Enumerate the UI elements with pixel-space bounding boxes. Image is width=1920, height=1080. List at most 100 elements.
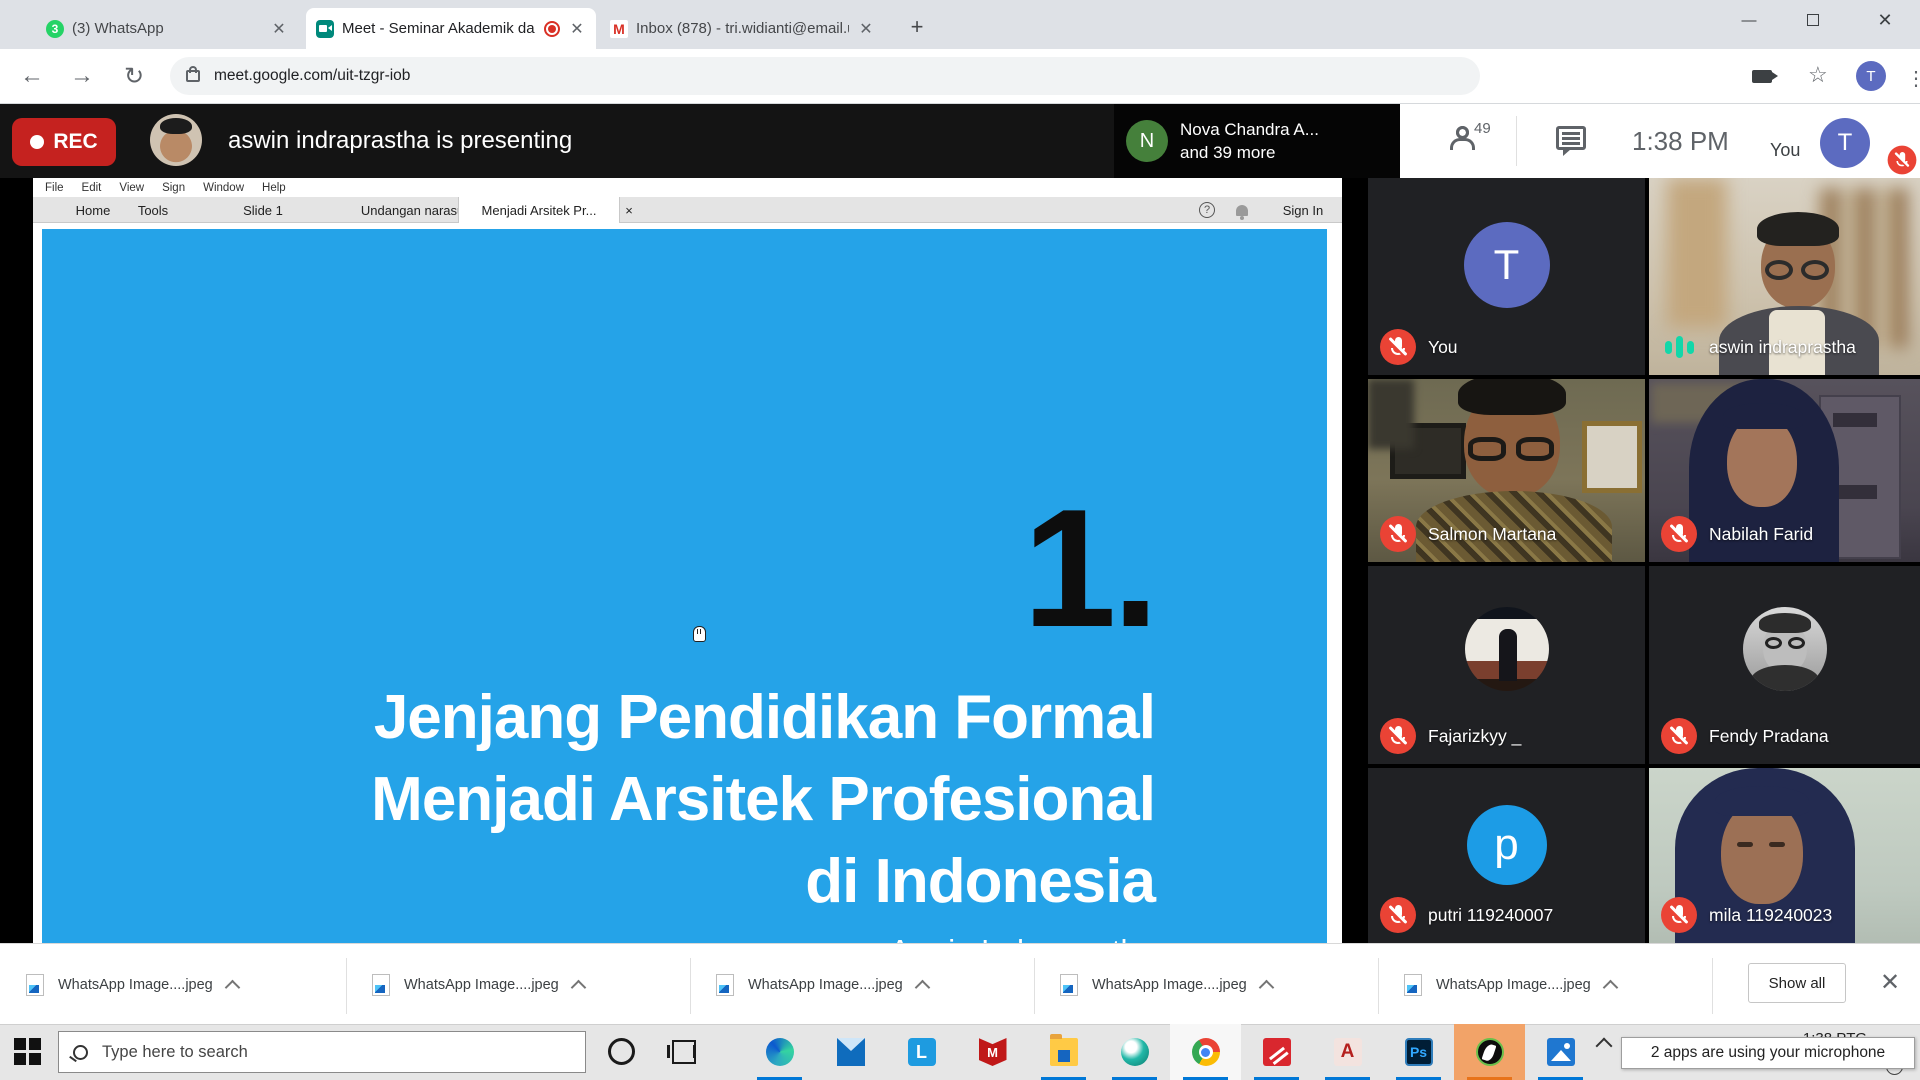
participant-tile-fendy[interactable]: Fendy Pradana — [1649, 566, 1920, 764]
gmail-icon: M — [610, 20, 628, 38]
taskbar-mcafee[interactable]: M — [957, 1024, 1028, 1080]
forward-button[interactable]: → — [62, 56, 102, 96]
close-download-bar-icon[interactable]: ✕ — [1880, 968, 1900, 997]
window-restore-button[interactable] — [1790, 0, 1836, 40]
close-doc-tab-icon[interactable]: × — [621, 197, 637, 223]
download-item[interactable]: WhatsApp Image....jpeg — [716, 965, 928, 1005]
document-area: 1. Jenjang Pendidikan Formal Menjadi Ars… — [33, 223, 1342, 943]
taskbar-autocad[interactable]: A — [1312, 1024, 1383, 1080]
taskbar-mail[interactable] — [815, 1024, 886, 1080]
browser-menu-icon[interactable]: ⋮ — [1906, 66, 1920, 91]
acrobat-tab-row: Home Tools Slide 1 Undangan narasu... Me… — [33, 197, 1342, 223]
participant-count: 49 — [1474, 120, 1491, 137]
window-close-button[interactable]: ✕ — [1862, 0, 1908, 40]
taskbar-sketchup[interactable] — [1241, 1024, 1312, 1080]
browser-profile-avatar[interactable]: T — [1856, 61, 1886, 91]
taskbar-line[interactable]: L — [886, 1024, 957, 1080]
muted-mic-icon — [1661, 718, 1697, 754]
rec-button[interactable]: REC — [12, 118, 116, 166]
notification-avatar: N — [1126, 120, 1168, 162]
slide-title: Jenjang Pendidikan Formal Menjadi Arsite… — [371, 677, 1155, 923]
browser-tab-strip: 3 (3) WhatsApp ✕ Meet - Seminar Akademik… — [0, 0, 1920, 49]
bookmark-star-icon[interactable]: ☆ — [1808, 62, 1828, 88]
close-tab-icon[interactable]: ✕ — [857, 19, 875, 39]
taskbar-search-input[interactable]: Type here to search — [58, 1031, 586, 1073]
menu-view[interactable]: View — [119, 182, 144, 194]
participant-tile-salmon[interactable]: Salmon Martana — [1368, 379, 1645, 562]
task-view-icon[interactable] — [672, 1040, 696, 1064]
image-file-icon — [1404, 974, 1422, 996]
new-tab-button[interactable]: + — [903, 14, 931, 42]
doc-tab-menjadi-active[interactable]: Menjadi Arsitek Pr... — [458, 197, 620, 223]
chevron-up-icon[interactable] — [224, 979, 240, 995]
taskbar-photos[interactable] — [1525, 1024, 1596, 1080]
participants-button[interactable]: 49 — [1448, 124, 1494, 158]
lock-icon — [186, 70, 200, 82]
muted-mic-icon — [1380, 718, 1416, 754]
menu-sign[interactable]: Sign — [162, 182, 185, 194]
menu-file[interactable]: File — [45, 182, 64, 194]
taskbar-webex[interactable] — [1099, 1024, 1170, 1080]
slide-number: 1. — [1023, 484, 1155, 652]
url-text: meet.google.com/uit-tzgr-iob — [214, 67, 410, 85]
photos-icon — [1547, 1038, 1575, 1066]
doc-tab-slide1[interactable]: Slide 1 — [203, 197, 323, 223]
taskbar-edge[interactable] — [744, 1024, 815, 1080]
back-button[interactable]: ← — [12, 56, 52, 96]
participant-tile-nabilah[interactable]: Nabilah Farid — [1649, 379, 1920, 562]
download-item[interactable]: WhatsApp Image....jpeg — [1060, 965, 1272, 1005]
hand-cursor — [693, 626, 706, 642]
chevron-up-icon[interactable] — [570, 979, 586, 995]
start-button[interactable] — [14, 1038, 42, 1066]
muted-mic-icon — [1380, 897, 1416, 933]
tools-tab[interactable]: Tools — [123, 197, 183, 223]
tab-meet[interactable]: Meet - Seminar Akademik da ✕ — [306, 8, 596, 49]
tab-gmail[interactable]: M Inbox (878) - tri.widianti@email.u ✕ — [600, 8, 885, 49]
menu-help[interactable]: Help — [262, 182, 286, 194]
participant-tile-fajarizkyy[interactable]: Fajarizkyy _ — [1368, 566, 1645, 764]
taskbar-chrome-active[interactable] — [1170, 1024, 1241, 1080]
participant-name: Nabilah Farid — [1709, 524, 1813, 545]
participant-tile-mila[interactable]: mila 119240023 — [1649, 768, 1920, 943]
taskbar-photoshop[interactable]: Ps — [1383, 1024, 1454, 1080]
sign-in-button[interactable]: Sign In — [1273, 197, 1333, 223]
chat-button[interactable] — [1556, 126, 1586, 150]
download-item[interactable]: WhatsApp Image....jpeg — [372, 965, 584, 1005]
participant-tile-you[interactable]: T You — [1368, 178, 1645, 375]
participant-tile-putri[interactable]: p putri 119240007 — [1368, 768, 1645, 943]
mcafee-icon: M — [979, 1038, 1007, 1066]
help-icon[interactable]: ? — [1199, 197, 1215, 223]
download-item[interactable]: WhatsApp Image....jpeg — [26, 965, 238, 1005]
slide-subtitle: Aswin Indraprastha Bidang Pendidikan dan… — [500, 929, 1155, 943]
chevron-up-icon[interactable] — [1602, 979, 1618, 995]
bell-icon[interactable] — [1236, 197, 1248, 223]
participant-grid: T You aswin indraprastha Salmon Mart — [1368, 178, 1920, 943]
letterbox-right — [1342, 178, 1368, 943]
home-tab[interactable]: Home — [63, 197, 123, 223]
window-minimize-button[interactable]: — — [1726, 0, 1772, 40]
cortana-icon[interactable] — [608, 1038, 635, 1065]
taskbar-recorder-app[interactable] — [1454, 1024, 1525, 1080]
tab-title: Meet - Seminar Akademik da — [342, 20, 536, 37]
close-tab-icon[interactable]: ✕ — [568, 19, 586, 39]
divider — [1378, 958, 1379, 1014]
record-dot-icon — [30, 135, 44, 149]
autocad-icon: A — [1334, 1038, 1362, 1066]
chevron-up-icon[interactable] — [1258, 979, 1274, 995]
menu-edit[interactable]: Edit — [82, 182, 102, 194]
download-item[interactable]: WhatsApp Image....jpeg — [1404, 965, 1616, 1005]
tab-title: Inbox (878) - tri.widianti@email.u — [636, 20, 849, 37]
show-all-downloads-button[interactable]: Show all — [1748, 963, 1846, 1003]
chevron-up-icon[interactable] — [914, 979, 930, 995]
camera-in-use-icon[interactable] — [1752, 70, 1772, 83]
participant-tile-aswin[interactable]: aswin indraprastha — [1649, 178, 1920, 375]
tab-whatsapp[interactable]: 3 (3) WhatsApp ✕ — [36, 8, 298, 49]
address-bar[interactable]: meet.google.com/uit-tzgr-iob — [170, 57, 1480, 95]
taskbar-file-explorer[interactable] — [1028, 1024, 1099, 1080]
mail-icon — [837, 1038, 865, 1066]
reload-button[interactable]: ↻ — [114, 56, 154, 96]
meeting-clock: 1:38 PM — [1632, 104, 1729, 178]
self-view-avatar: T — [1820, 118, 1870, 168]
close-tab-icon[interactable]: ✕ — [270, 19, 288, 39]
menu-window[interactable]: Window — [203, 182, 244, 194]
